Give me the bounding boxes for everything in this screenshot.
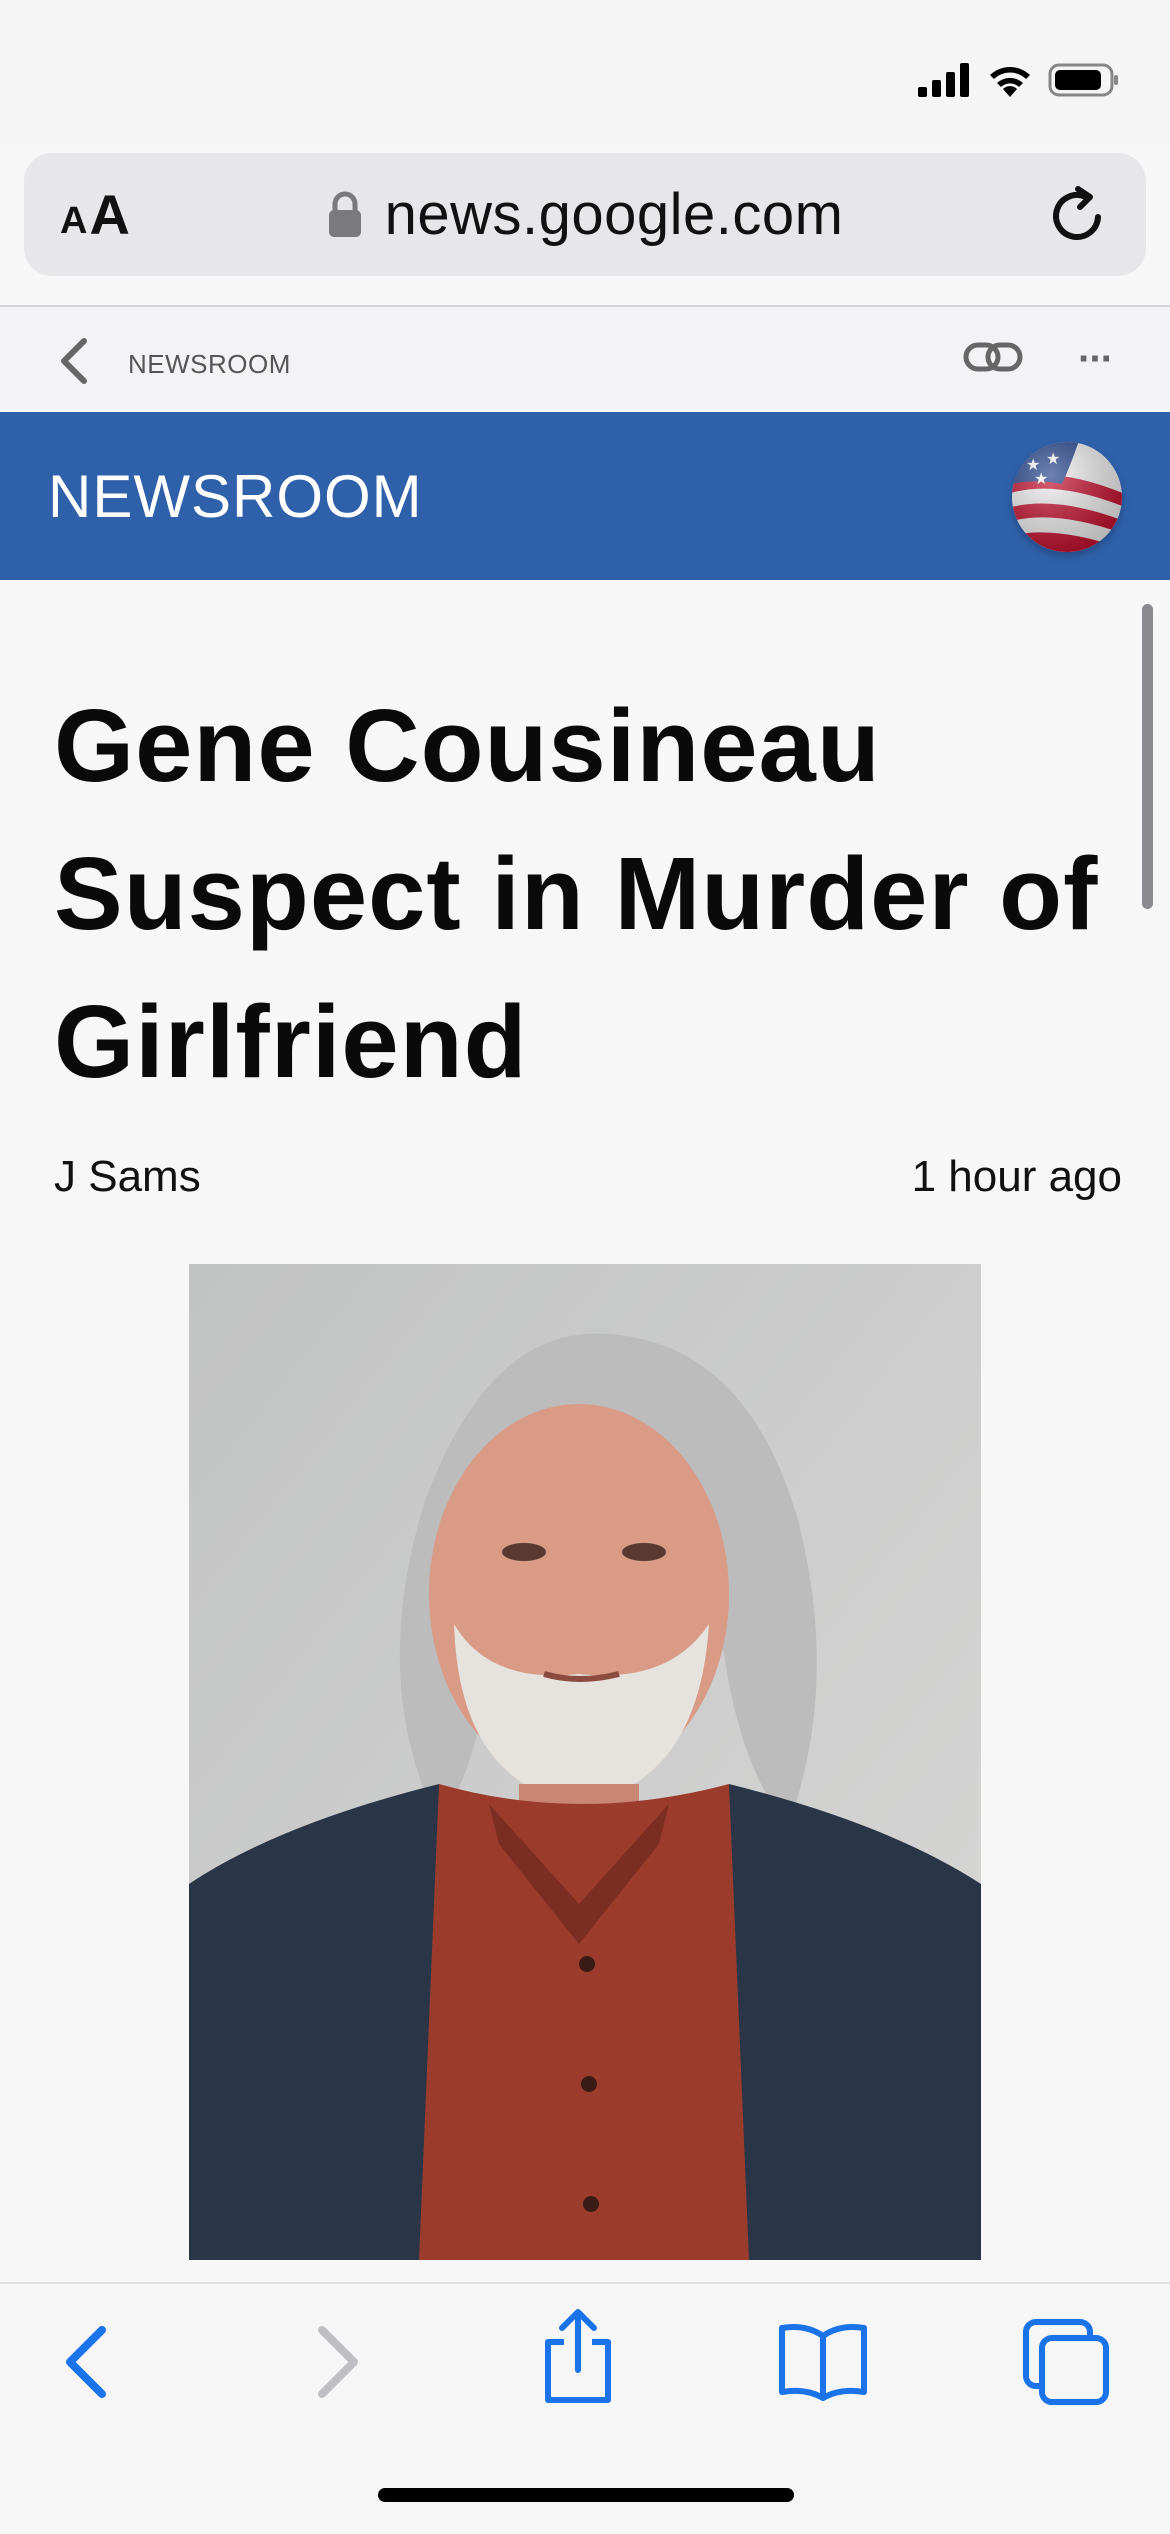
lock-icon: [328, 191, 361, 237]
article-photo: [189, 1264, 981, 2260]
link-icon[interactable]: [962, 337, 1024, 377]
share-icon[interactable]: [540, 2306, 616, 2406]
bookmarks-icon[interactable]: [776, 2322, 870, 2402]
article-headline: Gene Cousineau Suspect in Murder of Girl…: [54, 688, 1099, 1099]
back-icon[interactable]: [56, 337, 90, 385]
wifi-icon: [990, 67, 1030, 97]
flag-icon: ★ ★ ★: [1012, 442, 1122, 552]
status-icons: [918, 62, 1120, 98]
reload-icon[interactable]: [1048, 183, 1108, 245]
forward-button-icon[interactable]: [314, 2322, 362, 2402]
address-bar[interactable]: A A news.google.com: [24, 153, 1146, 276]
signal-icon: [918, 63, 969, 97]
scroll-indicator[interactable]: [1142, 604, 1153, 909]
article-timestamp: 1 hour ago: [911, 1152, 1122, 1201]
url-text: news.google.com: [384, 182, 844, 247]
home-indicator[interactable]: [378, 2488, 794, 2502]
back-button-icon[interactable]: [62, 2322, 110, 2402]
battery-icon: [1048, 63, 1118, 97]
nav-strip-label[interactable]: NEWSROOM: [128, 349, 291, 380]
article-author: J Sams: [54, 1152, 201, 1201]
masthead: NEWSROOM ★ ★ ★: [0, 412, 1170, 580]
tabs-icon[interactable]: [1022, 2318, 1112, 2408]
url-display[interactable]: news.google.com: [24, 181, 1146, 248]
masthead-title: NEWSROOM: [48, 463, 423, 530]
more-icon[interactable]: ···: [1078, 337, 1114, 382]
site-nav-strip: NEWSROOM ···: [0, 307, 1170, 410]
status-bar: [0, 0, 1170, 150]
